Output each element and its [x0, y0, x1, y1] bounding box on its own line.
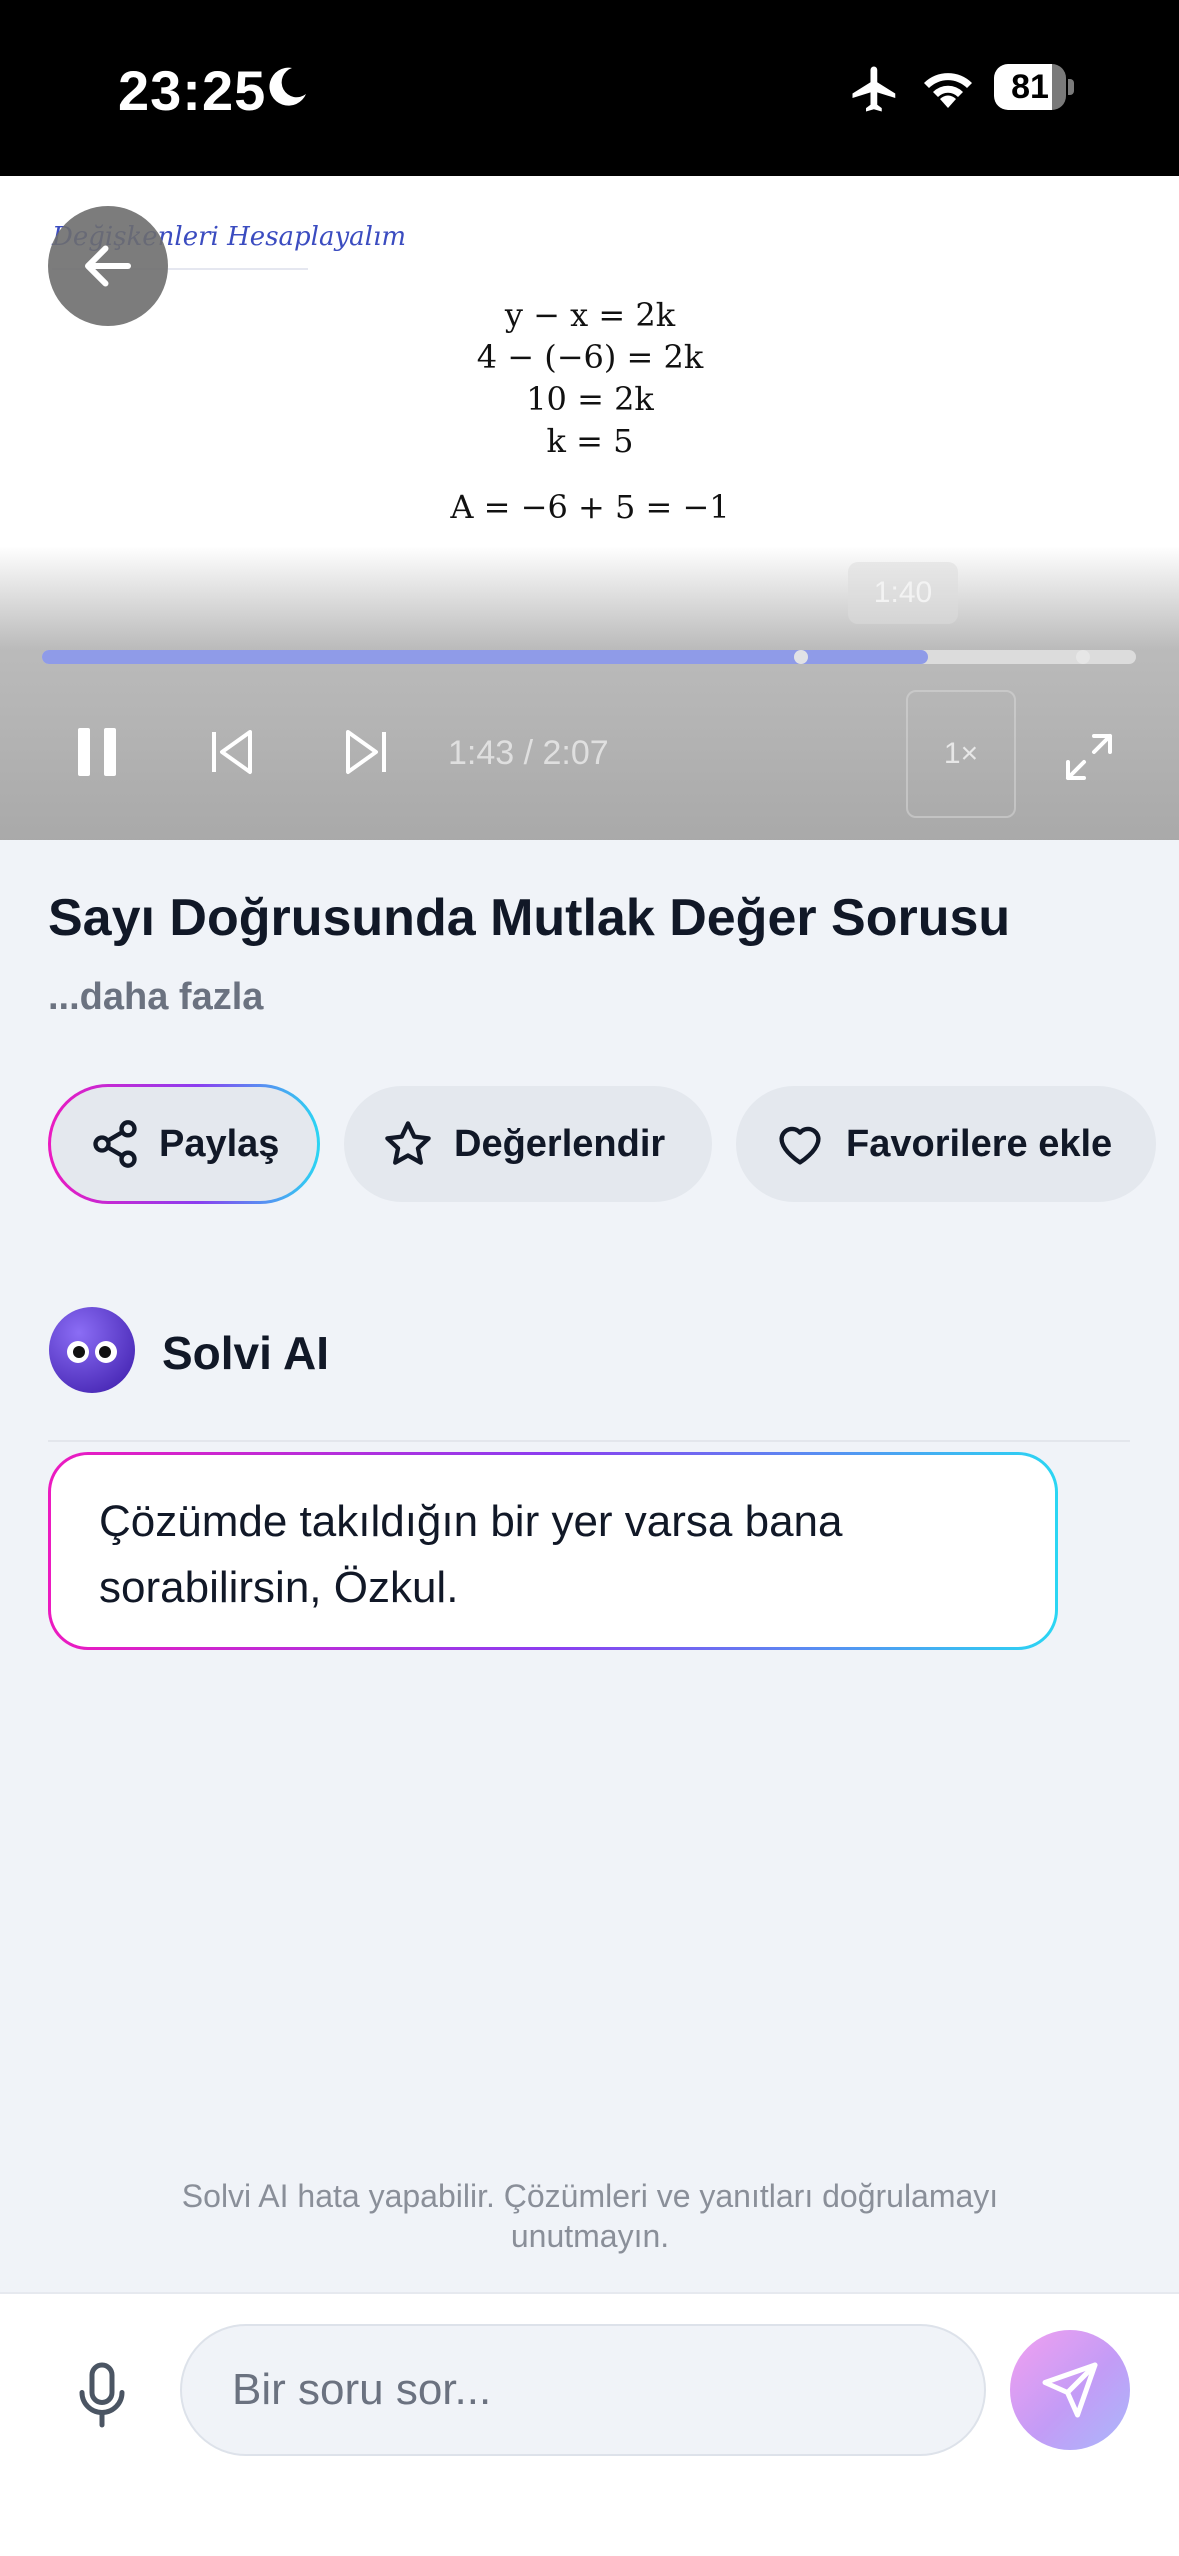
- ai-avatar: [49, 1307, 135, 1393]
- heart-icon: [779, 1126, 821, 1165]
- disclaimer-text: Solvi AI hata yapabilir. Çözümleri ve ya…: [181, 2178, 999, 2254]
- divider: [48, 1440, 1130, 1442]
- back-button[interactable]: [48, 206, 168, 326]
- page-title: Sayı Doğrusunda Mutlak Değer Sorusu: [48, 889, 1011, 947]
- scrub-time-tooltip: 1:40: [848, 562, 958, 624]
- send-button[interactable]: [1010, 2330, 1130, 2450]
- rate-label: Değerlendir: [454, 1122, 666, 1165]
- previous-button[interactable]: [208, 726, 256, 778]
- ai-message-bubble: Çözümde takıldığın bir yer varsa bana so…: [48, 1452, 1058, 1650]
- math-line-5: A = −6 + 5 = −1: [450, 488, 730, 526]
- progress-bar[interactable]: [42, 650, 1136, 664]
- status-bar: 23:25 81: [0, 0, 1179, 176]
- share-button[interactable]: Paylaş: [48, 1084, 320, 1204]
- skip-forward-icon: [346, 730, 386, 774]
- show-more-link[interactable]: ...daha fazla: [48, 976, 263, 1019]
- battery-icon: 81: [994, 64, 1074, 110]
- video-player[interactable]: Değişkenleri Hesaplayalım y − x = 2k 4 −…: [0, 176, 1179, 840]
- airplane-icon: [852, 66, 896, 112]
- arrow-left-icon: [85, 245, 131, 287]
- star-icon: [385, 1121, 431, 1165]
- question-input[interactable]: Bir soru sor...: [180, 2324, 986, 2456]
- math-line-4: k = 5: [546, 422, 634, 460]
- favorite-label: Favorilere ekle: [846, 1122, 1113, 1165]
- next-button[interactable]: [342, 726, 390, 778]
- share-label: Paylaş: [159, 1122, 280, 1165]
- math-line-1: y − x = 2k: [504, 296, 676, 334]
- progress-marker: [794, 650, 808, 664]
- wifi-icon: [924, 73, 972, 108]
- microphone-icon[interactable]: [72, 2360, 132, 2430]
- status-time: 23:25: [118, 59, 267, 122]
- add-favorite-button[interactable]: Favorilere ekle: [736, 1086, 1156, 1202]
- ai-message-text: Çözümde takıldığın bir yer varsa bana so…: [51, 1455, 1055, 1647]
- send-icon: [1042, 2362, 1098, 2418]
- fullscreen-button[interactable]: [1064, 732, 1114, 782]
- math-line-2: 4 − (−6) = 2k: [476, 338, 704, 376]
- battery-percent: 81: [1011, 68, 1049, 106]
- pause-icon: [78, 728, 116, 776]
- share-icon: [93, 1120, 137, 1168]
- progress-marker: [1076, 650, 1090, 664]
- moon-icon: [269, 67, 306, 106]
- ai-name: Solvi AI: [162, 1327, 329, 1379]
- video-time: 1:43 / 2:07: [448, 734, 609, 772]
- pause-button[interactable]: [74, 724, 120, 780]
- composer-bar: Bir soru sor...: [0, 2292, 1179, 2556]
- expand-icon: [1066, 734, 1112, 780]
- math-line-3: 10 = 2k: [526, 380, 654, 418]
- rate-button[interactable]: Değerlendir: [344, 1086, 712, 1202]
- skip-back-icon: [212, 730, 252, 774]
- playback-speed-button[interactable]: 1×: [906, 690, 1016, 818]
